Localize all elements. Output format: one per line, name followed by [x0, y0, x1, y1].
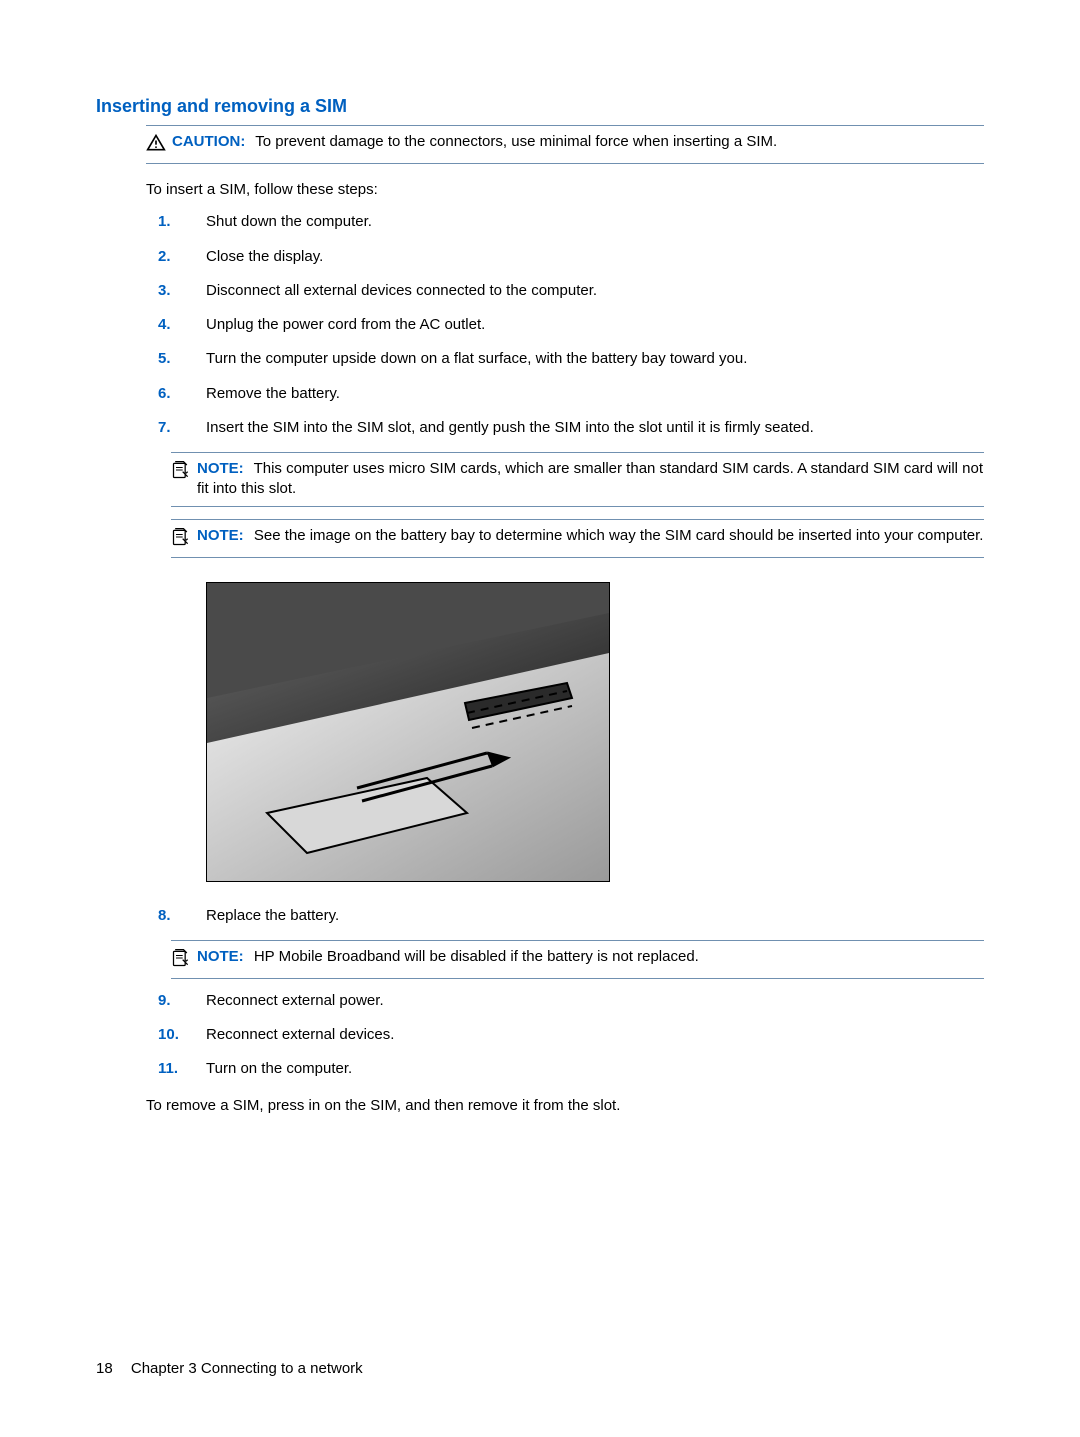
page-footer: 18 Chapter 3 Connecting to a network: [96, 1360, 363, 1377]
outro-paragraph: To remove a SIM, press in on the SIM, an…: [146, 1096, 984, 1116]
list-item: Remove the battery.: [206, 384, 984, 404]
list-item: Insert the SIM into the SIM slot, and ge…: [206, 418, 984, 438]
list-item: Replace the battery.: [206, 906, 984, 926]
list-item: Reconnect external power.: [206, 991, 984, 1011]
note-block-2: NOTE: See the image on the battery bay t…: [171, 519, 984, 558]
note-text: HP Mobile Broadband will be disabled if …: [254, 948, 699, 965]
note-text: See the image on the battery bay to dete…: [254, 527, 984, 544]
steps-list-c: Reconnect external power. Reconnect exte…: [146, 991, 984, 1080]
list-item: Unplug the power cord from the AC outlet…: [206, 315, 984, 335]
note-label: NOTE:: [197, 948, 244, 965]
note-block-1: NOTE: This computer uses micro SIM cards…: [171, 452, 984, 507]
chapter-title: Chapter 3 Connecting to a network: [131, 1360, 363, 1377]
steps-list-a: Shut down the computer. Close the displa…: [146, 212, 984, 438]
caution-icon: [146, 132, 172, 157]
steps-list-b: Replace the battery.: [146, 906, 984, 926]
list-item: Turn on the computer.: [206, 1059, 984, 1079]
caution-block: CAUTION: To prevent damage to the connec…: [146, 125, 984, 164]
intro-paragraph: To insert a SIM, follow these steps:: [146, 180, 984, 200]
note-label: NOTE:: [197, 527, 244, 544]
list-item: Shut down the computer.: [206, 212, 984, 232]
note-icon: [171, 459, 197, 484]
section-heading: Inserting and removing a SIM: [96, 96, 984, 117]
caution-label: CAUTION:: [172, 133, 245, 150]
note-label: NOTE:: [197, 460, 244, 477]
note-icon: [171, 526, 197, 551]
sim-insert-illustration: [206, 582, 610, 882]
caution-text: To prevent damage to the connectors, use…: [255, 133, 777, 150]
list-item: Reconnect external devices.: [206, 1025, 984, 1045]
note-block-3: NOTE: HP Mobile Broadband will be disabl…: [171, 940, 984, 979]
list-item: Turn the computer upside down on a flat …: [206, 349, 984, 369]
note-icon: [171, 947, 197, 972]
list-item: Disconnect all external devices connecte…: [206, 281, 984, 301]
page-number: 18: [96, 1360, 113, 1377]
note-text: This computer uses micro SIM cards, whic…: [197, 460, 983, 497]
list-item: Close the display.: [206, 247, 984, 267]
